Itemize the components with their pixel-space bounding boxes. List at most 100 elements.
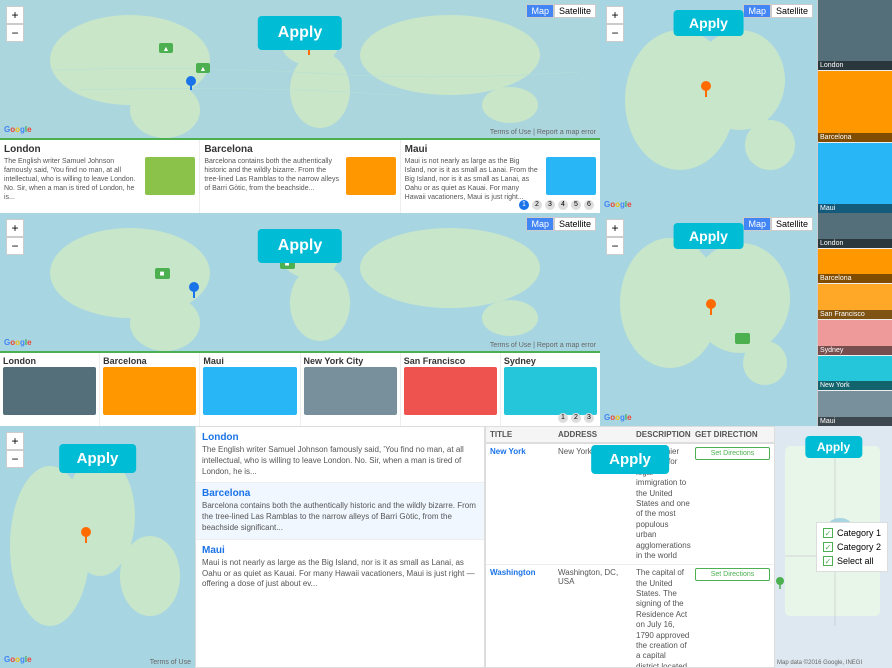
page-1[interactable]: 1 xyxy=(519,200,529,210)
map-type-map-3r[interactable]: Map xyxy=(743,217,771,231)
zoom-out-btn[interactable]: − xyxy=(6,24,24,42)
google-logo-2: Google xyxy=(604,200,632,209)
page3-2[interactable]: 2 xyxy=(571,413,581,423)
thumb2-nyc[interactable]: Maui xyxy=(818,391,892,426)
marker-3c xyxy=(188,281,200,302)
map-type-satellite-3[interactable]: Satellite xyxy=(554,217,596,231)
thumb-london-label: London xyxy=(818,61,892,70)
map-type-satellite-2[interactable]: Satellite xyxy=(771,4,813,18)
map-type-satellite-3r[interactable]: Satellite xyxy=(771,217,813,231)
thumb2-london[interactable]: London xyxy=(818,213,892,249)
marker-2: ▲ xyxy=(195,62,211,85)
apply-button-1[interactable]: Apply xyxy=(258,16,342,50)
pagination-3: 1 2 3 xyxy=(558,413,594,423)
card3-nyc[interactable]: New York City xyxy=(301,353,401,426)
card3-london-img xyxy=(3,367,96,415)
checkbox-all[interactable]: ✓ xyxy=(823,556,833,566)
zoom-out-3r[interactable]: − xyxy=(606,237,624,255)
map-type-satellite[interactable]: Satellite xyxy=(554,4,596,18)
thumb2-golden[interactable]: San Francisco xyxy=(818,284,892,320)
list-london-text: The English writer Samuel Johnson famous… xyxy=(202,445,478,477)
zoom-out-3[interactable]: − xyxy=(6,237,24,255)
btn-dc-directions[interactable]: Set Directions xyxy=(695,568,770,581)
svg-text:▲: ▲ xyxy=(163,46,170,53)
marker-3r xyxy=(705,298,717,319)
marker-bl xyxy=(80,526,92,547)
card-barcelona[interactable]: Barcelona Barcelona contains both the au… xyxy=(200,140,400,213)
thumb-barcelona-label: Barcelona xyxy=(818,133,892,142)
card-barcelona-title: Barcelona xyxy=(204,144,395,155)
card3-sf-title: San Francisco xyxy=(404,356,497,366)
zoom-in-bl[interactable]: + xyxy=(6,432,24,450)
cell-ny-city: New York xyxy=(490,447,558,456)
table-header: TITLE ADDRESS DESCRIPTION GET DIRECTION xyxy=(486,427,774,444)
mini-map-2: Map Satellite + − Apply Google xyxy=(600,0,817,213)
page-6[interactable]: 6 xyxy=(584,200,594,210)
card3-maui[interactable]: Maui xyxy=(200,353,300,426)
zoom-in-2[interactable]: + xyxy=(606,6,624,24)
apply-button-br[interactable]: Apply xyxy=(805,436,862,458)
select-all-label: Select all xyxy=(837,556,874,566)
panel-3-right: Map Satellite + − Apply Google London Ba… xyxy=(600,213,892,426)
apply-button-3[interactable]: Apply xyxy=(258,229,342,263)
apply-button-2[interactable]: Apply xyxy=(673,10,744,36)
mini-map-br: Apply ✓ Category 1 ✓ Category 2 ✓ Select… xyxy=(775,426,892,668)
col-description: DESCRIPTION xyxy=(636,430,695,439)
category-1: ✓ Category 1 xyxy=(823,528,881,538)
map-zoom-controls: + − xyxy=(6,6,24,42)
map-type-map[interactable]: Map xyxy=(526,4,554,18)
thumb2-sf2[interactable]: Sydney xyxy=(818,320,892,356)
card3-london[interactable]: London xyxy=(0,353,100,426)
card3-sf[interactable]: San Francisco xyxy=(401,353,501,426)
page3-3[interactable]: 3 xyxy=(584,413,594,423)
apply-button-bl[interactable]: Apply xyxy=(59,444,137,473)
map-area-1: Map Satellite + − Apply ▲ ▲ Google Terms… xyxy=(0,0,600,138)
card3-london-title: London xyxy=(3,356,96,366)
checkbox-1[interactable]: ✓ xyxy=(823,528,833,538)
map-terms: Terms of Use | Report a map error xyxy=(490,129,596,136)
page-5[interactable]: 5 xyxy=(571,200,581,210)
list-item-maui[interactable]: Maui Maui is not nearly as large as the … xyxy=(196,540,484,595)
apply-button-3r[interactable]: Apply xyxy=(673,223,744,249)
table-body: New York New York, NY, USA The premier g… xyxy=(486,444,774,667)
col-address: ADDRESS xyxy=(558,430,636,439)
panel-bottom-table: Apply TITLE ADDRESS DESCRIPTION GET DIRE… xyxy=(485,426,775,668)
thumb2-barcelona[interactable]: Barcelona xyxy=(818,249,892,285)
map-type-map-3[interactable]: Map xyxy=(526,217,554,231)
location-cards-1: London The English writer Samuel Johnson… xyxy=(0,138,600,213)
thumb-barcelona[interactable]: Barcelona xyxy=(818,71,892,142)
card3-barcelona-title: Barcelona xyxy=(103,356,196,366)
page-3[interactable]: 3 xyxy=(545,200,555,210)
page3-1[interactable]: 1 xyxy=(558,413,568,423)
list-barcelona-text: Barcelona contains both the authenticall… xyxy=(202,501,478,533)
google-logo-bl: Google xyxy=(4,655,32,664)
apply-button-table[interactable]: Apply xyxy=(591,445,669,474)
zoom-in-btn[interactable]: + xyxy=(6,6,24,24)
thumb-london[interactable]: London xyxy=(818,0,892,71)
panel-bottom-left-map: + − Apply Google Terms of Use xyxy=(0,426,195,668)
cell-dc-desc: The capital of the United States. The si… xyxy=(636,568,695,667)
zoom-in-3r[interactable]: + xyxy=(606,219,624,237)
checkbox-2[interactable]: ✓ xyxy=(823,542,833,552)
page-4[interactable]: 4 xyxy=(558,200,568,210)
card3-maui-title: Maui xyxy=(203,356,296,366)
zoom-out-2[interactable]: − xyxy=(606,24,624,42)
thumb2-sydney[interactable]: New York xyxy=(818,356,892,392)
category-select-all: ✓ Select all xyxy=(823,556,881,566)
list-item-barcelona[interactable]: Barcelona Barcelona contains both the au… xyxy=(196,483,484,539)
page-2[interactable]: 2 xyxy=(532,200,542,210)
table-row-dc: Washington Washington, DC, USA The capit… xyxy=(486,565,774,667)
thumb2-barcelona-label: Barcelona xyxy=(818,274,892,283)
list-item-london[interactable]: London The English writer Samuel Johnson… xyxy=(196,427,484,483)
map-type-controls-3r: Map Satellite xyxy=(743,217,813,231)
svg-text:▲: ▲ xyxy=(200,66,207,73)
card3-barcelona[interactable]: Barcelona xyxy=(100,353,200,426)
zoom-out-bl[interactable]: − xyxy=(6,450,24,468)
panel-bottom-list[interactable]: London The English writer Samuel Johnson… xyxy=(195,426,485,668)
btn-ny-directions[interactable]: Set Directions xyxy=(695,447,770,460)
list-london-title: London xyxy=(202,432,478,443)
thumb-maui[interactable]: Maui xyxy=(818,143,892,213)
zoom-in-3[interactable]: + xyxy=(6,219,24,237)
map-type-map-2[interactable]: Map xyxy=(743,4,771,18)
card-london[interactable]: London The English writer Samuel Johnson… xyxy=(0,140,200,213)
